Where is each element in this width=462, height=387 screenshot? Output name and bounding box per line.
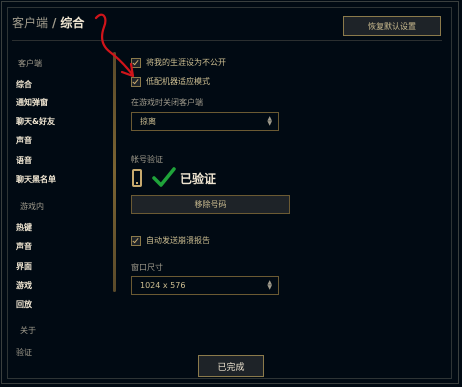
profile-private-checkbox[interactable]: 将我的生涯设为不公开 <box>131 57 226 68</box>
sidebar-item-verification[interactable]: 验证 <box>16 347 32 358</box>
dropdown-value: 1024 x 576 <box>140 281 186 290</box>
breadcrumb-current: 综合 <box>60 16 85 30</box>
updown-arrow-icon: ▲ ▼ <box>267 115 272 127</box>
breadcrumb-client[interactable]: 客户端 <box>12 16 48 30</box>
sidebar-header-client: 客户端 <box>18 59 42 68</box>
sidebar-item-ingame-sound[interactable]: 声音 <box>16 241 32 252</box>
breadcrumb: 客户端 / 综合 <box>12 14 84 31</box>
close-client-dropdown[interactable]: 掠离 ▲ ▼ <box>131 112 279 131</box>
checkbox-label: 低配机器适应模式 <box>146 77 210 86</box>
sidebar-item-hotkeys[interactable]: 热键 <box>16 222 32 233</box>
settings-panel <box>7 7 452 379</box>
breadcrumb-separator: / <box>52 16 57 30</box>
phone-icon <box>132 169 142 187</box>
close-client-label: 在游戏时关闭客户端 <box>131 98 203 107</box>
checkmark-icon <box>152 167 176 187</box>
sidebar-header-ingame: 游戏内 <box>20 202 44 211</box>
sidebar-item-general[interactable]: 综合 <box>16 79 32 90</box>
dropdown-value: 掠离 <box>140 117 156 126</box>
checkbox-box[interactable] <box>131 57 141 68</box>
updown-arrow-icon: ▲ ▼ <box>267 279 272 291</box>
low-spec-mode-checkbox[interactable]: 低配机器适应模式 <box>131 76 210 87</box>
window-size-label: 窗口尺寸 <box>131 263 163 272</box>
verified-status: 已验证 <box>180 172 217 186</box>
checkbox-box[interactable] <box>131 235 141 246</box>
remove-number-button[interactable]: 移除号码 <box>131 195 290 214</box>
auto-crash-report-checkbox[interactable]: 自动发送崩溃报告 <box>131 235 210 246</box>
sidebar-item-game[interactable]: 游戏 <box>16 280 32 291</box>
sidebar-item-sound[interactable]: 声音 <box>16 135 32 146</box>
restore-defaults-button[interactable]: 恢复默认设置 <box>343 16 441 36</box>
checkbox-label: 将我的生涯设为不公开 <box>146 58 226 67</box>
sidebar-item-interface[interactable]: 界面 <box>16 261 32 272</box>
sidebar-header-about: 关于 <box>20 326 36 335</box>
sidebar-item-voice[interactable]: 语音 <box>16 155 32 166</box>
checkbox-label: 自动发送崩溃报告 <box>146 236 210 245</box>
sidebar-divider <box>113 52 116 292</box>
account-verify-label: 帐号验证 <box>131 155 163 164</box>
checkbox-box[interactable] <box>131 76 141 87</box>
window-size-dropdown[interactable]: 1024 x 576 ▲ ▼ <box>131 276 279 295</box>
sidebar-item-notifications[interactable]: 通知弹窗 <box>16 97 48 108</box>
done-button[interactable]: 已完成 <box>198 355 264 377</box>
sidebar-item-chat-blocklist[interactable]: 聊天黑名单 <box>16 174 56 185</box>
header-divider <box>12 40 442 41</box>
sidebar-item-replays[interactable]: 回放 <box>16 299 32 310</box>
settings-window: 客户端 / 综合 恢复默认设置 客户端 综合 通知弹窗 聊天&好友 声音 语音 聊天… <box>0 0 462 387</box>
sidebar-item-chat-friends[interactable]: 聊天&好友 <box>16 116 55 127</box>
